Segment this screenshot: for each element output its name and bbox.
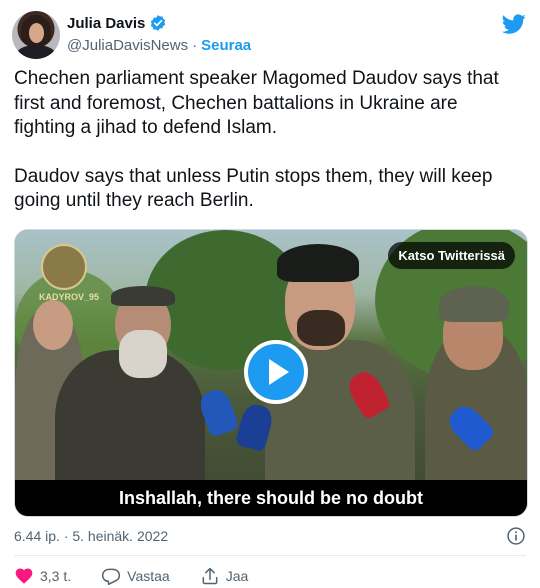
tweet-card: Julia Davis @JuliaDavisNews · Seuraa Che… (0, 0, 540, 588)
tweet-timestamp[interactable]: 6.44 ip. · 5. heinäk. 2022 (14, 528, 168, 544)
share-button[interactable]: Jaa (200, 566, 249, 586)
thumbnail-person-beard (119, 330, 167, 378)
thumbnail-person-helmet (439, 286, 509, 322)
action-bar: 3,3 t. Vastaa Jaa (14, 566, 278, 586)
avatar-shoulders (16, 45, 56, 59)
play-icon (269, 359, 289, 385)
tweet-text: Chechen parliament speaker Magomed Daudo… (14, 67, 529, 214)
thumbnail-person-beret (277, 244, 359, 282)
author-name-row: Julia Davis (67, 14, 167, 32)
avatar-face (29, 23, 44, 43)
thumbnail-person-head (33, 300, 73, 350)
reply-button[interactable]: Vastaa (101, 566, 170, 586)
reply-icon (102, 568, 121, 586)
separator-dot: · (192, 37, 198, 54)
like-button[interactable]: 3,3 t. (14, 566, 71, 586)
divider (14, 555, 526, 556)
reply-label: Vastaa (127, 568, 170, 584)
like-count: 3,3 t. (40, 568, 72, 584)
play-button[interactable] (244, 340, 308, 404)
watch-on-twitter-button[interactable]: Katso Twitterissä (388, 242, 515, 269)
share-icon (202, 567, 218, 585)
twitter-logo-icon[interactable] (502, 12, 526, 36)
avatar[interactable] (12, 11, 60, 59)
channel-emblem-logo (41, 244, 87, 290)
author-handle-row: @JuliaDavisNews · Seuraa (67, 37, 251, 54)
heart-icon (15, 568, 33, 584)
verified-icon (151, 15, 166, 31)
info-icon[interactable] (506, 526, 526, 546)
video-player[interactable]: KADYROV_95 Katso Twitterissä Inshallah, … (14, 229, 528, 517)
tweet-paragraph-2: Daudov says that unless Putin stops them… (14, 165, 493, 212)
video-subtitle: Inshallah, there should be no doubt (15, 480, 527, 516)
tweet-paragraph-1: Chechen parliament speaker Magomed Daudo… (14, 68, 499, 138)
share-label: Jaa (225, 568, 249, 584)
thumbnail-person-cap (111, 286, 175, 306)
thumbnail-person-beard (297, 310, 345, 346)
follow-button[interactable]: Seuraa (201, 37, 251, 54)
author-display-name[interactable]: Julia Davis (67, 15, 145, 32)
channel-watermark: KADYROV_95 (39, 292, 100, 302)
author-handle[interactable]: @JuliaDavisNews (67, 37, 188, 54)
